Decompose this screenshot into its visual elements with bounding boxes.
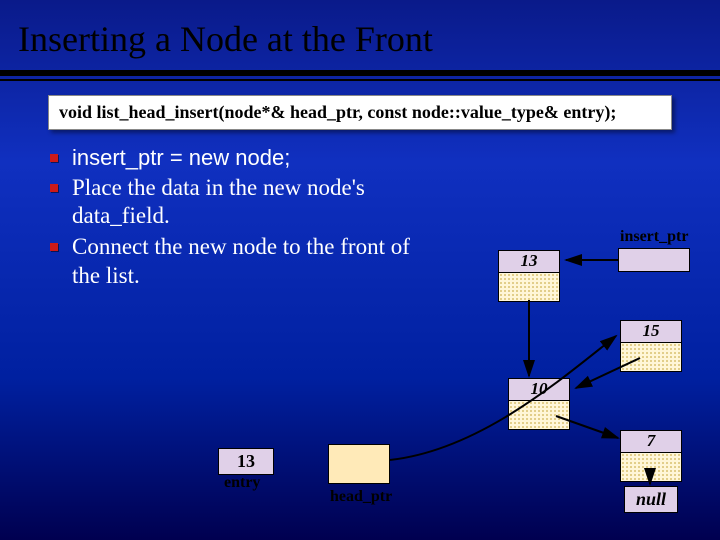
- head-ptr-label: head_ptr: [330, 488, 392, 506]
- title-rule-thin: [0, 79, 720, 81]
- slide-title: Inserting a Node at the Front: [0, 0, 720, 68]
- node-15: 15: [620, 320, 682, 372]
- node-7-link: [621, 453, 681, 481]
- new-node-link: [499, 273, 559, 301]
- new-node-value: 13: [499, 251, 559, 273]
- bullet-3: Connect the new node to the front of the…: [50, 233, 440, 291]
- node-7-value: 7: [621, 431, 681, 453]
- insert-ptr-box: [618, 248, 690, 272]
- bullet-2: Place the data in the new node's data_fi…: [50, 174, 440, 232]
- node-10-link: [509, 401, 569, 429]
- node-15-value: 15: [621, 321, 681, 343]
- entry-value-box: 13: [218, 448, 274, 475]
- title-rule-thick: [0, 70, 720, 76]
- bullet-1: insert_ptr = new node;: [50, 144, 440, 172]
- node-7: 7: [620, 430, 682, 482]
- node-10: 10: [508, 378, 570, 430]
- null-box: null: [624, 486, 678, 513]
- node-10-value: 10: [509, 379, 569, 401]
- bullet-list: insert_ptr = new node; Place the data in…: [50, 144, 440, 291]
- new-node: 13: [498, 250, 560, 302]
- node-15-link: [621, 343, 681, 371]
- entry-label: entry: [224, 474, 260, 492]
- head-ptr-box: [328, 444, 390, 484]
- insert-ptr-label: insert_ptr: [620, 228, 688, 246]
- function-signature-box: void list_head_insert(node*& head_ptr, c…: [48, 95, 672, 130]
